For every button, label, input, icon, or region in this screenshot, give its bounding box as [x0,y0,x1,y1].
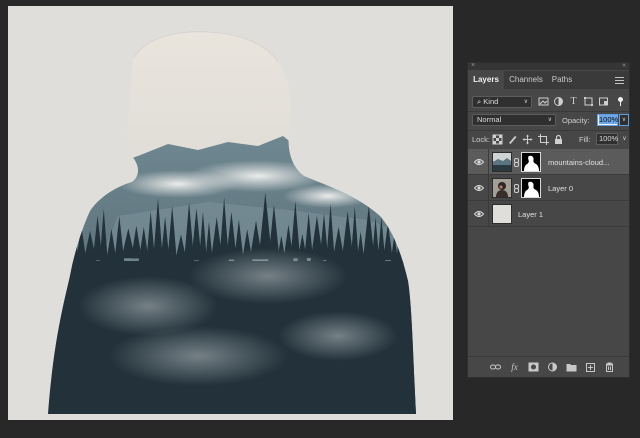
new-group-icon[interactable] [566,362,577,372]
lock-artboard-icon[interactable] [538,134,549,145]
layer-name: mountains-cloud... [548,158,610,167]
lock-transparent-pixels-icon[interactable] [492,134,503,145]
layer-thumbnail[interactable] [492,204,512,224]
filter-kind-dropdown[interactable]: ⌕ Kind ∨ [472,96,532,108]
tab-paths[interactable]: Paths [548,71,576,89]
tree-shape [402,231,414,264]
filter-toggle-icon[interactable] [615,96,626,107]
double-exposure-artwork [48,31,438,415]
layer-row-layer-1[interactable]: Layer 1 [468,201,629,227]
fx-icon[interactable]: fx [509,362,520,372]
lock-row: Lock: Fill: 100% ∨ [472,133,628,147]
lock-all-icon[interactable] [553,134,564,145]
visibility-eye-icon[interactable] [474,184,484,192]
collapse-panel-icon[interactable]: « [622,62,626,70]
add-mask-icon[interactable] [528,362,539,372]
panel-tabs: Layers Channels Paths [468,71,629,89]
fill-label: Fill: [579,135,591,144]
tree-shape [426,209,438,266]
chevron-down-icon: ∨ [523,99,528,105]
layers-panel: × « Layers Channels Paths ⌕ Kind ∨ T Nor… [467,62,630,378]
layer-mask-thumbnail[interactable] [521,152,541,172]
chevron-down-icon: ∨ [547,117,552,123]
close-panel-icon[interactable]: × [471,62,475,70]
tab-channels[interactable]: Channels [506,71,546,89]
tab-layers[interactable]: Layers [468,71,504,89]
layer-row-layer-0[interactable]: Layer 0 [468,175,629,201]
layer-name: Layer 0 [548,184,574,193]
visibility-eye-icon[interactable] [474,210,484,218]
layer-thumbnail[interactable] [492,152,512,172]
panel-menu-icon[interactable] [615,75,624,85]
opacity-label: Opacity: [562,116,590,125]
adjustment-layer-icon[interactable] [547,362,558,372]
visibility-eye-icon[interactable] [474,158,484,166]
new-layer-icon[interactable] [585,362,596,372]
opacity-input[interactable]: 100% [597,114,619,126]
mask-link-icon[interactable] [514,158,519,167]
image-filter-icon[interactable] [538,96,549,107]
layer-filter-row: ⌕ Kind ∨ T [472,95,626,109]
blend-mode-value: Normal [477,115,502,124]
document-canvas[interactable] [8,6,453,420]
panel-title-strip[interactable]: × « [468,62,629,70]
link-layers-icon[interactable] [490,362,501,372]
layer-thumbnail[interactable] [492,178,512,198]
smart-object-filter-icon[interactable] [598,96,609,107]
mask-link-icon[interactable] [514,184,519,193]
blend-mode-row: Normal ∨ Opacity: 100% ∨ [472,114,629,128]
opacity-slider-toggle-icon[interactable]: ∨ [619,114,629,126]
lock-image-pixels-icon[interactable] [507,134,518,145]
layer-mask-thumbnail[interactable] [521,178,541,198]
filter-kind-label: ⌕ Kind [477,97,499,106]
layer-name: Layer 1 [518,210,544,219]
adjustment-filter-icon[interactable] [553,96,564,107]
lock-label: Lock: [472,135,490,144]
opacity-value: 100% [599,115,619,124]
delete-layer-icon[interactable] [604,362,615,372]
shape-filter-icon[interactable] [583,96,594,107]
lock-position-icon[interactable] [522,134,533,145]
tree-shape [419,201,429,259]
fill-input[interactable]: 100% [596,133,618,145]
tree-shape [409,235,416,264]
layer-row-mountains-clouds[interactable]: mountains-cloud... [468,149,629,175]
layers-panel-footer: fx [468,356,629,377]
fill-slider-toggle-icon[interactable]: ∨ [620,133,629,145]
tree-shape [396,211,405,264]
blend-mode-dropdown[interactable]: Normal ∨ [472,114,556,126]
type-filter-icon[interactable]: T [568,96,579,107]
